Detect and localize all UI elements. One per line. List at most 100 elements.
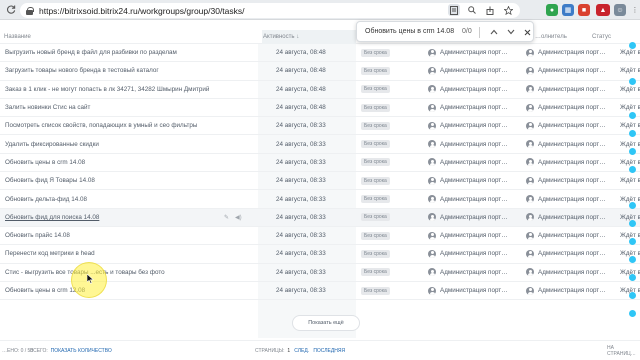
task-executor[interactable]: Администрация порт… bbox=[538, 86, 606, 93]
address-bar[interactable]: https://bitrixsoid.bitrix24.ru/workgroup… bbox=[20, 3, 520, 18]
executor-avatar-icon bbox=[526, 85, 534, 94]
task-title[interactable]: Удалить фиксированные скидки bbox=[5, 141, 99, 148]
table-row[interactable]: Обновить фид для поиска 14.08 ✎ ◀) 24 авгус… bbox=[0, 208, 640, 227]
table-row[interactable]: Залить новинки Стис на сайт 24 августа, 0… bbox=[0, 99, 640, 118]
header-activity[interactable]: Активность ↓ bbox=[262, 29, 356, 44]
task-executor[interactable]: Администрация порт… bbox=[538, 196, 606, 203]
find-input[interactable]: Обновить цены в crm 14.08 bbox=[365, 28, 454, 35]
task-creator[interactable]: Администрация порт… bbox=[440, 269, 508, 276]
deadline-badge[interactable]: Без срока bbox=[361, 66, 390, 75]
table-row[interactable]: Удалить фиксированные скидки 24 августа, … bbox=[0, 136, 640, 154]
profile-avatar-icon[interactable]: ☺ bbox=[614, 4, 626, 16]
table-row[interactable]: Обновить цены в crm 14.08 24 августа, 08:… bbox=[0, 154, 640, 173]
task-title[interactable]: Залить новинки Стис на сайт bbox=[5, 104, 90, 111]
task-executor[interactable]: Администрация порт… bbox=[538, 49, 606, 56]
task-executor[interactable]: Администрация порт… bbox=[538, 122, 606, 129]
task-creator[interactable]: Администрация порт… bbox=[440, 287, 508, 294]
task-title[interactable]: Посмотреть список свойств, попадающих в … bbox=[5, 122, 197, 129]
task-executor[interactable]: Администрация порт… bbox=[538, 159, 606, 166]
task-creator[interactable]: Администрация порт… bbox=[440, 159, 508, 166]
task-title[interactable]: Заказ в 1 клик - не могут попасть в лк 3… bbox=[5, 86, 209, 93]
header-status[interactable]: Статус bbox=[592, 34, 611, 40]
task-creator[interactable]: Администрация порт… bbox=[440, 232, 508, 239]
task-executor[interactable]: Администрация порт… bbox=[538, 67, 606, 74]
find-previous-icon[interactable] bbox=[488, 26, 500, 38]
task-creator[interactable]: Администрация порт… bbox=[440, 86, 508, 93]
table-row[interactable]: Заказ в 1 клик - не могут попасть в лк 3… bbox=[0, 81, 640, 99]
header-executor[interactable]: …олнитель bbox=[535, 34, 567, 40]
header-name[interactable]: Название bbox=[4, 34, 31, 40]
find-next-icon[interactable] bbox=[505, 26, 517, 38]
deadline-badge[interactable]: Без срока bbox=[361, 268, 390, 277]
task-creator[interactable]: Администрация порт… bbox=[440, 196, 508, 203]
task-creator[interactable]: Администрация порт… bbox=[440, 250, 508, 257]
task-title[interactable]: Обновить фид Я Товары 14.08 bbox=[5, 177, 95, 184]
task-executor[interactable]: Администрация порт… bbox=[538, 177, 606, 184]
task-creator[interactable]: Администрация порт… bbox=[440, 49, 508, 56]
reload-icon[interactable] bbox=[4, 3, 18, 17]
deadline-badge[interactable]: Без срока bbox=[361, 176, 390, 185]
deadline-badge[interactable]: Без срока bbox=[361, 85, 390, 94]
extension-red-icon[interactable]: ■ bbox=[578, 4, 590, 16]
deadline-badge[interactable]: Без срока bbox=[361, 249, 390, 258]
task-creator[interactable]: Администрация порт… bbox=[440, 141, 508, 148]
find-in-page-icon[interactable] bbox=[448, 4, 460, 16]
page-next-link[interactable]: СЛЕД. bbox=[294, 348, 309, 354]
share-icon[interactable] bbox=[484, 4, 496, 16]
page-current[interactable]: 1 bbox=[287, 348, 290, 354]
zoom-icon[interactable] bbox=[466, 4, 478, 16]
show-more-button[interactable]: Показать ещё bbox=[292, 315, 360, 331]
deadline-badge[interactable]: Без срока bbox=[361, 213, 390, 222]
extension-icon[interactable]: ▦ bbox=[562, 4, 574, 16]
per-page-select[interactable]: НА СТРАНИЦ… bbox=[607, 345, 640, 357]
task-executor[interactable]: Администрация порт… bbox=[538, 141, 606, 148]
pin-icon[interactable]: ✎ bbox=[224, 214, 229, 221]
task-executor[interactable]: Администрация порт… bbox=[538, 250, 606, 257]
task-creator[interactable]: Администрация порт… bbox=[440, 104, 508, 111]
deadline-badge[interactable]: Без срока bbox=[361, 121, 390, 130]
task-creator[interactable]: Администрация порт… bbox=[440, 67, 508, 74]
table-row[interactable]: Обновить дельта-фид 14.08 24 августа, 08:… bbox=[0, 190, 640, 209]
task-title[interactable]: Выгрузить новый бренд в файл для разбивк… bbox=[5, 49, 177, 56]
deadline-badge[interactable]: Без срока bbox=[361, 48, 390, 57]
task-title[interactable]: Обновить цены в crm 14.08 bbox=[5, 159, 85, 166]
task-title[interactable]: Загрузить товары нового бренда в тестовы… bbox=[5, 67, 159, 74]
task-activity-date: 24 августа, 08:33 bbox=[276, 250, 326, 258]
task-title[interactable]: Обновить прайс 14.08 bbox=[5, 232, 70, 239]
task-executor[interactable]: Администрация порт… bbox=[538, 287, 606, 294]
task-title[interactable]: Перенести код метрики в head bbox=[5, 250, 95, 257]
mute-icon[interactable]: ◀) bbox=[235, 214, 242, 221]
deadline-badge[interactable]: Без срока bbox=[361, 140, 390, 149]
url-text[interactable]: https://bitrixsoid.bitrix24.ru/workgroup… bbox=[39, 6, 245, 16]
deadline-badge[interactable]: Без срока bbox=[361, 195, 390, 204]
task-creator[interactable]: Администрация порт… bbox=[440, 122, 508, 129]
task-executor[interactable]: Администрация порт… bbox=[538, 214, 606, 221]
deadline-badge[interactable]: Без срока bbox=[361, 103, 390, 112]
table-row[interactable]: Посмотреть список свойств, попадающих в … bbox=[0, 117, 640, 136]
task-creator[interactable]: Администрация порт… bbox=[440, 177, 508, 184]
task-executor[interactable]: Администрация порт… bbox=[538, 104, 606, 111]
table-row[interactable]: Обновить фид Я Товары 14.08 24 августа, 0… bbox=[0, 172, 640, 191]
table-row[interactable]: Перенести код метрики в head 24 августа, … bbox=[0, 245, 640, 264]
lock-icon[interactable] bbox=[26, 6, 34, 15]
task-executor[interactable]: Администрация порт… bbox=[538, 269, 606, 276]
show-count-link[interactable]: ПОКАЗАТЬ КОЛИЧЕСТВО bbox=[51, 348, 112, 354]
deadline-badge[interactable]: Без срока bbox=[361, 286, 390, 295]
table-row[interactable]: Загрузить товары нового бренда в тестовы… bbox=[0, 62, 640, 81]
extension-evernote-icon[interactable]: ● bbox=[546, 4, 558, 16]
page-last-link[interactable]: ПОСЛЕДНЯЯ bbox=[313, 348, 345, 354]
find-close-icon[interactable] bbox=[521, 26, 533, 38]
task-title[interactable]: Обновить дельта-фид 14.08 bbox=[5, 196, 87, 203]
table-row[interactable]: Выгрузить новый бренд в файл для разбивк… bbox=[0, 44, 640, 63]
deadline-badge[interactable]: Без срока bbox=[361, 231, 390, 240]
task-creator[interactable]: Администрация порт… bbox=[440, 214, 508, 221]
creator-avatar-icon bbox=[428, 48, 436, 57]
row-indicator-dot bbox=[629, 256, 636, 263]
bookmark-star-icon[interactable] bbox=[502, 4, 514, 16]
table-row[interactable]: Обновить прайс 14.08 24 августа, 08:33 Без… bbox=[0, 227, 640, 246]
task-title[interactable]: Обновить фид для поиска 14.08 bbox=[5, 214, 99, 221]
deadline-badge[interactable]: Без срока bbox=[361, 158, 390, 167]
task-executor[interactable]: Администрация порт… bbox=[538, 232, 606, 239]
extension-badge-icon[interactable]: ▲ bbox=[596, 4, 610, 16]
browser-menu-icon[interactable]: ⋮ bbox=[629, 4, 640, 16]
